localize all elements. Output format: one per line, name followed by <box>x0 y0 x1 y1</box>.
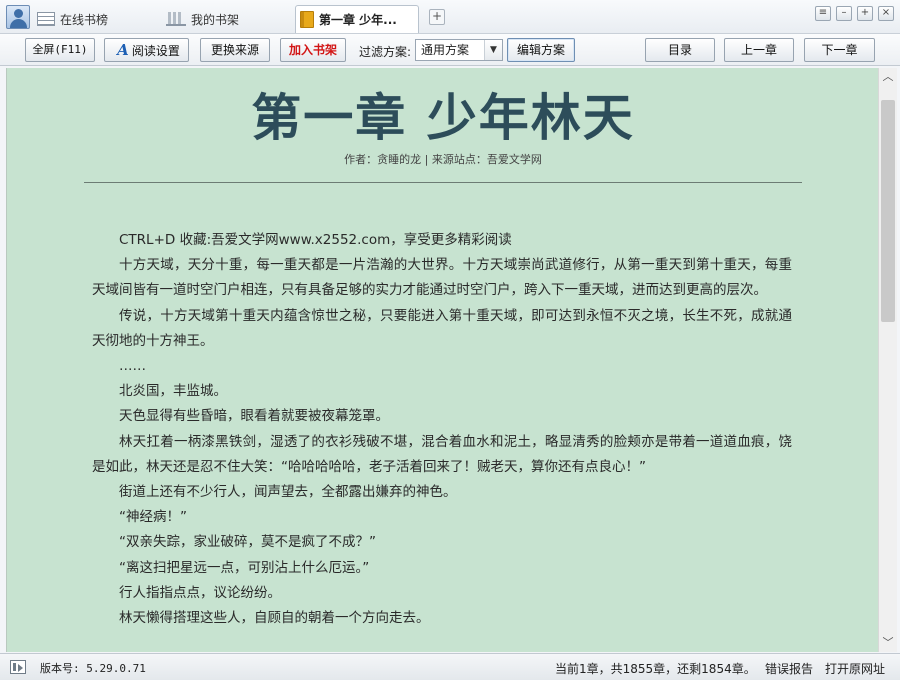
menu-button[interactable]: ≡ <box>815 6 831 21</box>
maximize-button[interactable]: + <box>857 6 873 21</box>
user-avatar-icon[interactable] <box>6 5 30 29</box>
chevron-down-icon[interactable]: ▼ <box>484 40 502 60</box>
chapter-title: 第一章 少年林天 <box>7 78 878 150</box>
version-label: 版本号: 5.29.0.71 <box>40 660 146 676</box>
paragraph: 行人指指点点，议论纷纷。 <box>92 581 792 606</box>
tab-label: 我的书架 <box>191 11 239 28</box>
status-bar: 版本号: 5.29.0.71 当前1章，共1855章，还剩1854章。 错误报告… <box>0 653 900 680</box>
font-a-icon: A <box>117 41 129 59</box>
read-settings-label: 阅读设置 <box>132 44 180 58</box>
error-report-link[interactable]: 错误报告 <box>765 660 813 677</box>
paragraph: “离这扫把星远一点，可别沾上什么厄运。” <box>92 556 792 581</box>
fullscreen-button[interactable]: 全屏(F11) <box>25 38 95 62</box>
tab-label: 在线书榜 <box>60 11 108 28</box>
previous-chapter-button[interactable]: 上一章 <box>724 38 794 62</box>
paragraph: 天色显得有些昏暗，眼看着就要被夜幕笼罩。 <box>92 404 792 429</box>
toolbar: 全屏(F11) A阅读设置 更换来源 加入书架 过滤方案: 通用方案 ▼ 编辑方… <box>0 34 900 66</box>
filter-scheme-value: 通用方案 <box>421 43 469 57</box>
chapter-meta: 作者：贪睡的龙 | 来源站点：吾爱文学网 <box>7 151 878 167</box>
minimize-button[interactable]: – <box>836 6 852 21</box>
tab-label: 第一章 少年... <box>319 11 397 28</box>
paragraph: 十方天域，天分十重，每一重天都是一片浩瀚的大世界。十方天域崇尚武道修行，从第一重… <box>92 253 792 303</box>
change-source-button[interactable]: 更换来源 <box>200 38 270 62</box>
paragraph: 传说，十方天域第十重天内蕴含惊世之秘，只要能进入第十重天域，即可达到永恒不灭之境… <box>92 304 792 354</box>
paragraph: …… <box>92 354 792 379</box>
filter-label: 过滤方案: <box>359 43 411 60</box>
read-settings-button[interactable]: A阅读设置 <box>104 38 189 62</box>
tab-my-bookshelf[interactable]: 我的书架 <box>166 7 239 31</box>
paragraph: CTRL+D 收藏:吾爱文学网www.x2552.com，享受更多精彩阅读 <box>92 228 792 253</box>
reading-pane[interactable]: 第一章 少年林天 作者：贪睡的龙 | 来源站点：吾爱文学网 CTRL+D 收藏:… <box>6 68 878 652</box>
chapter-body: CTRL+D 收藏:吾爱文学网www.x2552.com，享受更多精彩阅读 十方… <box>92 228 792 631</box>
scroll-thumb[interactable] <box>881 100 895 322</box>
open-source-url-link[interactable]: 打开原网址 <box>825 660 885 677</box>
title-divider <box>84 182 802 183</box>
edit-filter-button[interactable]: 编辑方案 <box>507 38 575 62</box>
paragraph: “双亲失踪，家业破碎，莫不是疯了不成？” <box>92 530 792 555</box>
book-icon <box>300 11 314 28</box>
vertical-scrollbar[interactable]: ︿ ﹀ <box>878 68 897 652</box>
tab-current-chapter[interactable]: 第一章 少年... <box>295 5 419 33</box>
table-of-contents-button[interactable]: 目录 <box>645 38 715 62</box>
paragraph: 林天扛着一柄漆黑铁剑，湿透了的衣衫残破不堪，混合着血水和泥土，略显清秀的脸颊亦是… <box>92 430 792 480</box>
bookshelf-icon <box>166 12 186 26</box>
chapter-progress: 当前1章，共1855章，还剩1854章。 <box>555 660 756 677</box>
paragraph: 北炎国，丰监城。 <box>92 379 792 404</box>
filter-scheme-select[interactable]: 通用方案 ▼ <box>415 39 503 61</box>
add-to-shelf-button[interactable]: 加入书架 <box>280 38 346 62</box>
next-chapter-button[interactable]: 下一章 <box>804 38 875 62</box>
new-tab-button[interactable]: + <box>429 9 445 25</box>
tab-online-rankings[interactable]: 在线书榜 <box>37 7 108 31</box>
title-bar: 在线书榜 我的书架 第一章 少年... + ≡ – + × <box>0 0 900 34</box>
paragraph: 街道上还有不少行人，闻声望去，全都露出嫌弃的神色。 <box>92 480 792 505</box>
close-button[interactable]: × <box>878 6 894 21</box>
sidebar-toggle-icon[interactable] <box>10 660 26 674</box>
list-icon <box>37 12 55 26</box>
scroll-down-icon[interactable]: ﹀ <box>879 634 897 652</box>
paragraph: “神经病！” <box>92 505 792 530</box>
paragraph: 林天懒得搭理这些人，自顾自的朝着一个方向走去。 <box>92 606 792 631</box>
scroll-up-icon[interactable]: ︿ <box>879 68 897 86</box>
